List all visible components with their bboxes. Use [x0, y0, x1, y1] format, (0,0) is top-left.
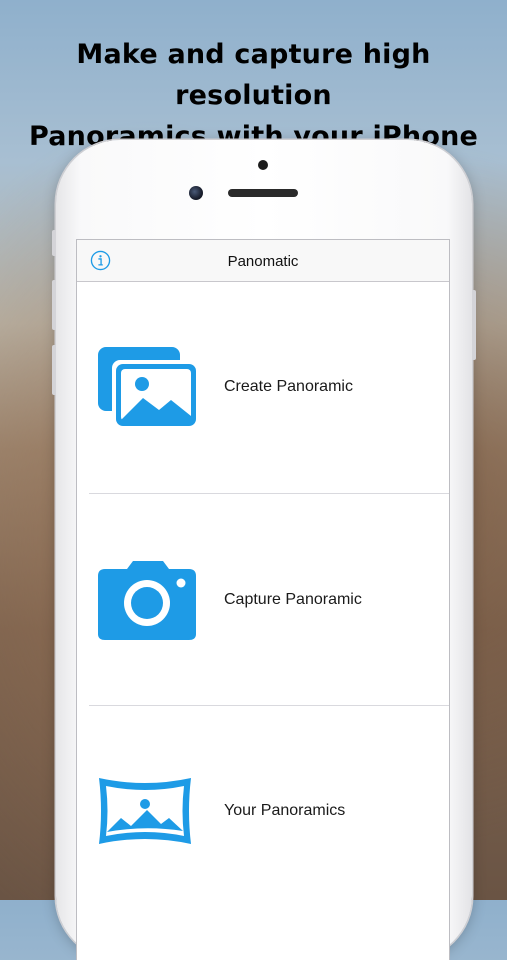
navigation-bar: Panomatic [77, 240, 449, 282]
earpiece-speaker [228, 189, 298, 197]
iphone-frame: Panomatic Create Panoramic Capture Panor… [52, 140, 476, 960]
menu-item-capture-panoramic[interactable]: Capture Panoramic [77, 494, 449, 706]
menu-item-create-panoramic[interactable]: Create Panoramic [77, 282, 449, 494]
promo-headline: Make and capture high resolution Panoram… [0, 34, 507, 157]
volume-up-button [52, 280, 56, 330]
menu-item-label: Your Panoramics [224, 802, 346, 819]
menu-item-label: Capture Panoramic [224, 591, 362, 608]
app-screen: Panomatic Create Panoramic Capture Panor… [77, 240, 449, 960]
camera-icon [98, 561, 196, 640]
volume-down-button [52, 345, 56, 395]
proximity-sensor [258, 160, 268, 170]
mute-switch [52, 230, 56, 256]
nav-title: Panomatic [227, 253, 299, 270]
panorama-icon [99, 778, 191, 844]
menu-item-label: Create Panoramic [224, 378, 353, 395]
menu-item-your-panoramics[interactable]: Your Panoramics [77, 706, 449, 918]
power-button [472, 290, 476, 360]
front-camera [189, 186, 203, 200]
headline-line-1: Make and capture high resolution [76, 39, 431, 111]
photos-stack-icon [98, 347, 198, 429]
